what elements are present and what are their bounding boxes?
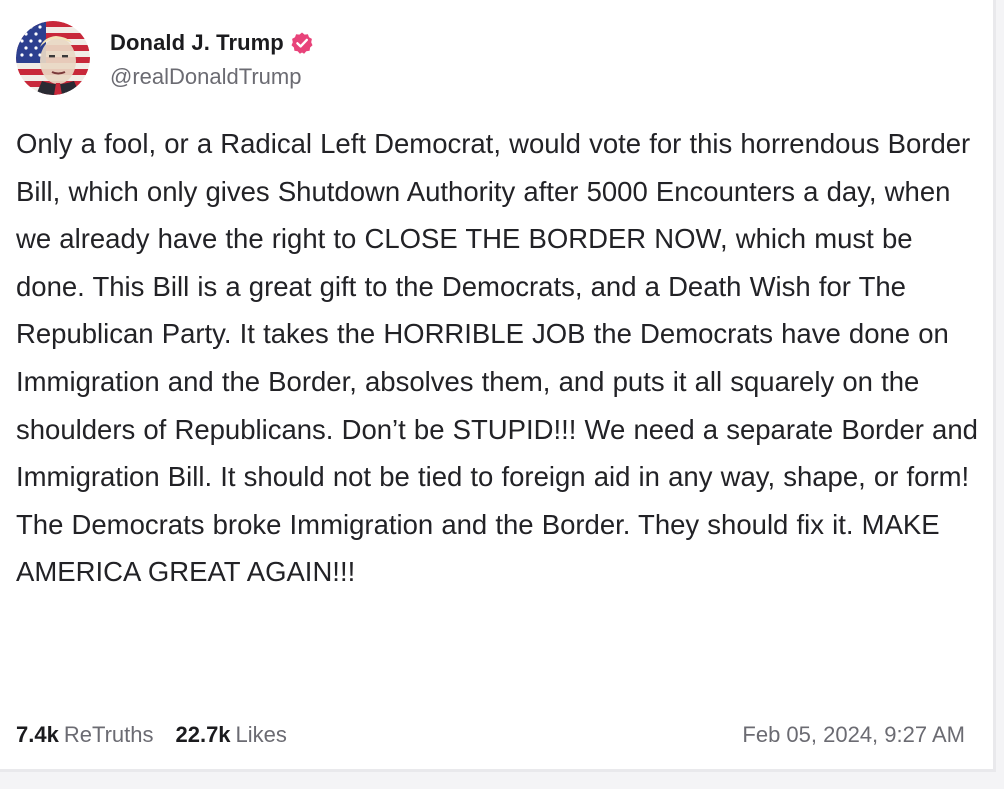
retruths-label: ReTruths <box>63 722 154 747</box>
post-timestamp[interactable]: Feb 05, 2024, 9:27 AM <box>742 722 965 748</box>
post-stats: 7.4k ReTruths 22.7k Likes Feb 05, 2024, … <box>16 718 965 752</box>
retruths-count: 7.4k <box>16 722 59 747</box>
retruths-stat[interactable]: 7.4k ReTruths <box>16 722 153 748</box>
post-text: Only a fool, or a Radical Left Democrat,… <box>16 128 978 588</box>
author-identity: Donald J. Trump @realDonaldTrump <box>110 26 314 90</box>
verified-badge-icon <box>291 32 313 54</box>
author-name-row: Donald J. Trump <box>110 26 314 60</box>
likes-stat[interactable]: 22.7k Likes <box>175 722 286 748</box>
author-display-name[interactable]: Donald J. Trump <box>110 30 284 56</box>
post-card: Donald J. Trump @realDonaldTrump Only a … <box>0 0 996 772</box>
likes-count: 22.7k <box>175 722 231 747</box>
post-header: Donald J. Trump @realDonaldTrump <box>16 18 314 98</box>
author-handle[interactable]: @realDonaldTrump <box>110 64 314 90</box>
likes-label: Likes <box>235 722 287 747</box>
avatar[interactable] <box>16 21 90 95</box>
